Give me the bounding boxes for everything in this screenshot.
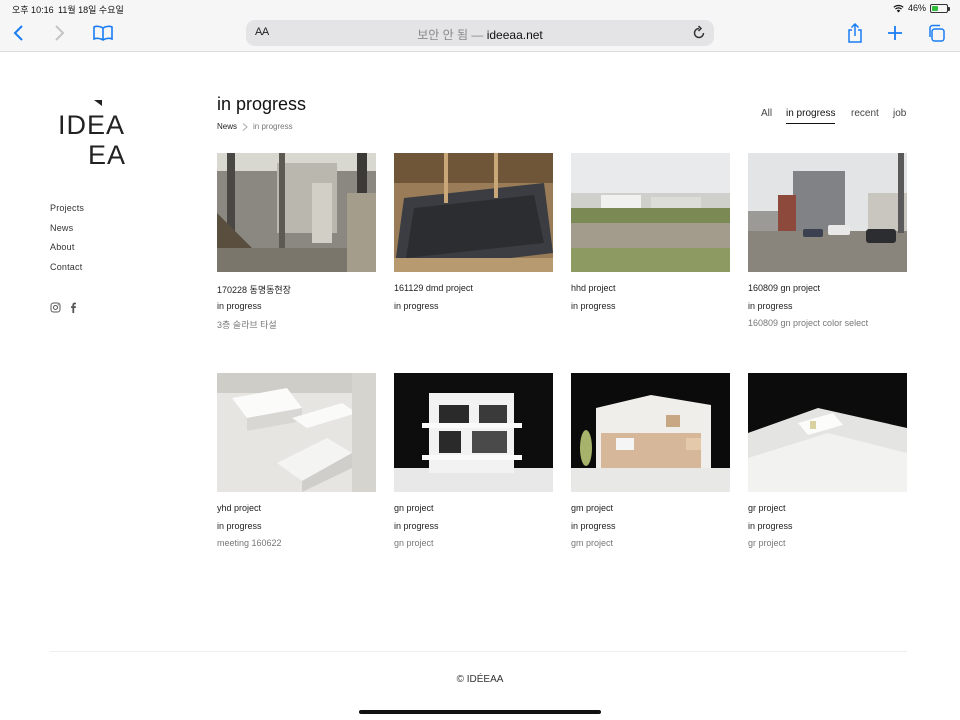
forward-icon[interactable] <box>48 22 70 44</box>
nav-news[interactable]: News <box>50 222 84 242</box>
project-card[interactable]: gr project in progress gr project <box>748 373 907 548</box>
project-status: in progress <box>748 301 793 311</box>
project-status: in progress <box>394 301 439 311</box>
footer-copyright: © IDÉEAA <box>456 674 504 685</box>
nav-about[interactable]: About <box>50 241 84 261</box>
facebook-icon[interactable] <box>68 300 79 313</box>
project-status: in progress <box>217 301 262 311</box>
status-time: 오후 10:16 <box>12 5 54 15</box>
category-filters: All in progress recent job <box>0 108 960 128</box>
battery-percent: 46% <box>907 3 926 13</box>
reload-icon[interactable] <box>690 24 708 42</box>
nav-projects[interactable]: Projects <box>50 202 84 222</box>
project-status: in progress <box>571 521 616 531</box>
project-status: in progress <box>748 521 793 531</box>
filter-recent[interactable]: recent <box>851 108 879 120</box>
footer-divider <box>50 651 907 652</box>
home-indicator[interactable] <box>359 710 601 714</box>
status-right: 46% <box>893 3 950 13</box>
instagram-icon[interactable] <box>50 300 61 313</box>
project-title[interactable]: 160809 gn project <box>748 283 820 293</box>
project-card[interactable]: 161129 dmd project in progress <box>394 153 553 311</box>
status-bar: 오후 10:16 11월 18일 수요일 46% <box>0 0 960 16</box>
project-title[interactable]: gm project <box>571 503 613 513</box>
project-card[interactable]: yhd project in progress meeting 160622 <box>217 373 376 548</box>
address-bar[interactable]: AA 보안 안 됨 — ideeaa.net <box>246 20 714 46</box>
project-description: gm project <box>571 538 614 548</box>
side-nav: Projects News About Contact <box>50 202 84 281</box>
url-display[interactable]: 보안 안 됨 — ideeaa.net <box>246 26 714 43</box>
project-card[interactable]: hhd project in progress <box>571 153 730 311</box>
project-status: in progress <box>571 301 616 311</box>
security-warning: 보안 안 됨 — <box>417 28 484 42</box>
project-thumbnail[interactable] <box>394 373 553 492</box>
new-tab-icon[interactable] <box>884 22 906 44</box>
back-icon[interactable] <box>8 22 30 44</box>
project-title[interactable]: yhd project <box>217 503 261 513</box>
project-description: gn project <box>394 538 434 548</box>
project-thumbnail[interactable] <box>748 153 907 272</box>
project-title[interactable]: 170228 동명동현장 <box>217 283 291 296</box>
project-status: in progress <box>394 521 439 531</box>
nav-contact[interactable]: Contact <box>50 261 84 281</box>
project-card[interactable]: 160809 gn project in progress 160809 gn … <box>748 153 907 328</box>
project-title[interactable]: gn project <box>394 503 434 513</box>
social-links <box>50 300 79 313</box>
filter-job[interactable]: job <box>893 108 906 120</box>
project-title[interactable]: gr project <box>748 503 786 513</box>
filter-in-progress[interactable]: in progress <box>786 108 836 124</box>
wifi-icon <box>893 4 904 12</box>
url-domain: ideeaa.net <box>486 28 543 42</box>
project-thumbnail[interactable] <box>571 153 730 272</box>
project-thumbnail[interactable] <box>217 373 376 492</box>
project-card[interactable]: 170228 동명동현장 in progress 3층 슬라브 타설 <box>217 153 376 330</box>
project-card[interactable]: gm project in progress gm project <box>571 373 730 548</box>
project-description: 3층 슬라브 타설 <box>217 320 277 330</box>
browser-toolbar: AA 보안 안 됨 — ideeaa.net <box>0 16 960 52</box>
status-date: 11월 18일 수요일 <box>58 5 124 15</box>
project-title[interactable]: 161129 dmd project <box>394 283 473 293</box>
project-status: in progress <box>217 521 262 531</box>
battery-icon <box>930 3 950 13</box>
share-icon[interactable] <box>844 22 866 44</box>
tabs-overview-icon[interactable] <box>925 22 947 44</box>
project-thumbnail[interactable] <box>748 373 907 492</box>
project-description: meeting 160622 <box>217 538 282 548</box>
project-thumbnail[interactable] <box>571 373 730 492</box>
filter-all[interactable]: All <box>761 108 772 120</box>
project-thumbnail[interactable] <box>394 153 553 272</box>
project-description: gr project <box>748 538 786 548</box>
project-description: 160809 gn project color select <box>748 318 869 328</box>
project-title[interactable]: hhd project <box>571 283 616 293</box>
logo-text-line2: EA <box>88 140 126 168</box>
project-card[interactable]: gn project in progress gn project <box>394 373 553 548</box>
bookmarks-icon[interactable] <box>92 22 114 44</box>
project-thumbnail[interactable] <box>217 153 376 272</box>
